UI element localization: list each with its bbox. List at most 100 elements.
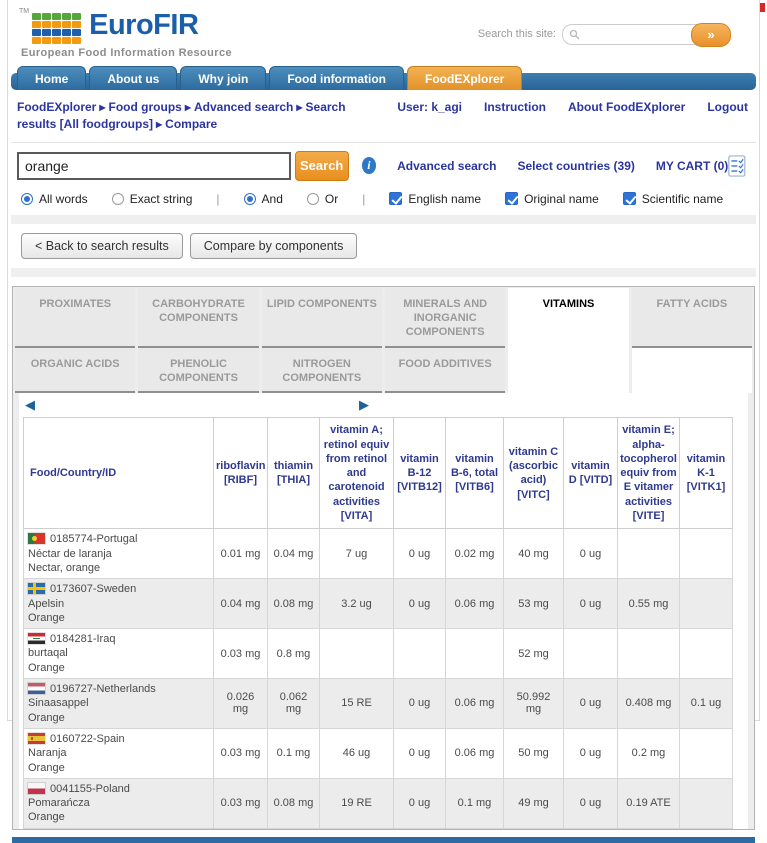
- food-english-name: Orange: [28, 711, 65, 724]
- tab-fatty-acids[interactable]: FATTY ACIDS: [631, 287, 752, 348]
- radio-and[interactable]: And: [243, 192, 283, 206]
- table-row: 0160722-Spain Naranja Orange 0.03 mg 0.1 mg 4…: [23, 727, 733, 779]
- link-my-cart-0[interactable]: MY CART (0): [656, 159, 728, 173]
- link-logout[interactable]: Logout: [707, 100, 748, 114]
- tab-carbohydrate-components[interactable]: CARBOHYDRATE COMPONENTS: [138, 287, 259, 348]
- table-row: 0185774-Portugal Néctar de laranja Nectar,…: [23, 528, 733, 580]
- value-cell: 0.03 mg: [213, 777, 268, 829]
- search-button[interactable]: Search: [294, 150, 349, 181]
- value-cell: 7 ug: [319, 528, 394, 580]
- radio-or[interactable]: Or: [306, 192, 338, 206]
- tab-organic-acids[interactable]: ORGANIC ACIDS: [15, 347, 136, 394]
- link-instruction[interactable]: Instruction: [484, 100, 546, 114]
- footer-bar: [12, 836, 755, 843]
- value-cell: 50.992 mg: [503, 678, 564, 729]
- tab-nitrogen-components[interactable]: NITROGEN COMPONENTS: [261, 347, 382, 394]
- col-riboflavin-ribf: riboflavin [RIBF]: [213, 417, 268, 530]
- user-links: User: k_agi Instruction About FoodEXplorer…: [375, 99, 748, 134]
- tab-proximates[interactable]: PROXIMATES: [15, 287, 136, 348]
- tab-vitamins[interactable]: VITAMINS: [508, 287, 629, 348]
- food-english-name: Nectar, orange: [28, 561, 101, 574]
- breadcrumb-advanced-search[interactable]: Advanced search: [194, 100, 293, 114]
- info-icon[interactable]: i: [361, 157, 377, 175]
- nav-tabs: Home About us Why join Food information Food…: [17, 66, 523, 90]
- radio-exact-string[interactable]: Exact string: [111, 192, 192, 206]
- radio-control-or[interactable]: [306, 192, 319, 205]
- value-cell: [679, 628, 733, 680]
- nav-tab-why-join[interactable]: Why join: [180, 66, 267, 90]
- separator-band: [11, 267, 756, 277]
- food-english-name: Orange: [28, 611, 65, 624]
- food-id-line: 0160722-Spain: [28, 732, 209, 746]
- table-row: 0173607-Sweden Apelsin Orange 0.04 mg 0.08 m…: [23, 578, 733, 630]
- tab-lipid-components[interactable]: LIPID COMPONENTS: [261, 287, 382, 348]
- value-cell: 49 mg: [503, 777, 564, 829]
- breadcrumb-food-groups[interactable]: Food groups: [109, 100, 182, 114]
- checkbox-english-name[interactable]: English name: [389, 192, 481, 206]
- compare-table: Food/Country/ID riboflavin [RIBF] thiamin …: [23, 417, 733, 829]
- site-search-go-button[interactable]: »: [691, 22, 731, 47]
- radio-all-words[interactable]: All words: [21, 192, 88, 206]
- value-cell: 0.062 mg: [267, 678, 320, 729]
- tab-minerals-and-inorganic-components[interactable]: MINERALS AND INORGANIC COMPONENTS: [385, 287, 506, 348]
- value-cell: [617, 628, 680, 680]
- col-vitamin-b-12-vitb12: vitamin B-12 [VITB12]: [393, 417, 446, 530]
- value-cell: [679, 777, 733, 829]
- back-to-results-button[interactable]: < Back to search results: [21, 232, 183, 259]
- value-cell: [679, 528, 733, 580]
- tab-food-additives[interactable]: FOOD ADDITIVES: [385, 347, 506, 394]
- col-thiamin-thia: thiamin [THIA]: [267, 417, 320, 530]
- option-label-original-name: Original name: [524, 191, 599, 206]
- nav-tab-home[interactable]: Home: [17, 66, 87, 90]
- food-local-name: Néctar de laranja: [28, 547, 112, 560]
- radio-control-exact-string[interactable]: [111, 192, 124, 205]
- brand-name: EuroFIR: [89, 9, 199, 41]
- tab-phenolic-components[interactable]: PHENOLIC COMPONENTS: [138, 347, 259, 394]
- food-id-line: 0184281-Iraq: [28, 632, 209, 646]
- food-id: 0041155-Poland: [50, 782, 130, 795]
- value-cell: 0 ug: [563, 578, 618, 630]
- checkbox-original-name[interactable]: Original name: [505, 192, 599, 206]
- food-local-name: Apelsin: [28, 597, 65, 610]
- link-select-countries-39[interactable]: Select countries (39): [517, 159, 634, 173]
- food-english-name: Orange: [28, 811, 65, 824]
- link-about-foodexplorer[interactable]: About FoodEXplorer: [568, 100, 685, 114]
- actions-row: < Back to search results Compare by comp…: [11, 224, 756, 268]
- components-panel: PROXIMATES CARBOHYDRATE COMPONENTS LIPID C…: [12, 285, 755, 830]
- checkbox-control-scientific-name[interactable]: [622, 192, 636, 206]
- option-label-all-words: All words: [39, 191, 88, 206]
- food-id-line: 0173607-Sweden: [28, 582, 209, 596]
- value-cell: 40 mg: [503, 528, 564, 580]
- radio-control-and[interactable]: [243, 192, 256, 205]
- option-label-english-name: English name: [408, 191, 482, 206]
- value-cell: 3.2 ug: [319, 578, 394, 630]
- checkbox-control-english-name[interactable]: [389, 192, 403, 206]
- food-search-input[interactable]: [17, 151, 291, 180]
- food-id: 0184281-Iraq: [50, 633, 116, 646]
- nav-tab-about-us[interactable]: About us: [89, 66, 178, 90]
- site-header: TM EuroFIR European Food Information Res…: [11, 0, 756, 62]
- food-id: 0173607-Sweden: [50, 583, 137, 596]
- logo-area[interactable]: TM EuroFIR European Food Information Res…: [19, 8, 232, 62]
- component-tabs: PROXIMATES CARBOHYDRATE COMPONENTS LIPID C…: [13, 287, 754, 394]
- link-advanced-search[interactable]: Advanced search: [397, 159, 496, 173]
- option-label-scientific-name: Scientific name: [641, 191, 724, 206]
- nav-tab-food-information[interactable]: Food information: [269, 66, 404, 90]
- food-id-line: 0196727-Netherlands: [28, 682, 209, 696]
- scroll-left-icon[interactable]: ◀: [25, 397, 35, 413]
- compare-by-components-button[interactable]: Compare by components: [189, 232, 358, 259]
- value-cell: 0.08 mg: [267, 578, 320, 630]
- value-cell: 0.1 mg: [445, 777, 504, 829]
- breadcrumb-foodexplorer[interactable]: FoodEXplorer: [17, 100, 96, 114]
- checkbox-scientific-name[interactable]: Scientific name: [622, 191, 724, 206]
- nav-tab-foodexplorer[interactable]: FoodEXplorer: [407, 66, 523, 90]
- radio-control-all-words[interactable]: [21, 192, 33, 205]
- site-search-input[interactable]: [580, 28, 690, 40]
- checkbox-control-original-name[interactable]: [505, 192, 519, 206]
- my-cart-list-icon[interactable]: [728, 153, 746, 179]
- col-vitamin-d-vitd: vitamin D [VITD]: [563, 417, 618, 530]
- food-id: 0185774-Portugal: [50, 533, 138, 546]
- value-cell: 0 ug: [393, 727, 446, 779]
- scroll-right-icon[interactable]: ▶: [359, 397, 369, 413]
- compare-table-body: 0185774-Portugal Néctar de laranja Nectar,…: [23, 528, 733, 829]
